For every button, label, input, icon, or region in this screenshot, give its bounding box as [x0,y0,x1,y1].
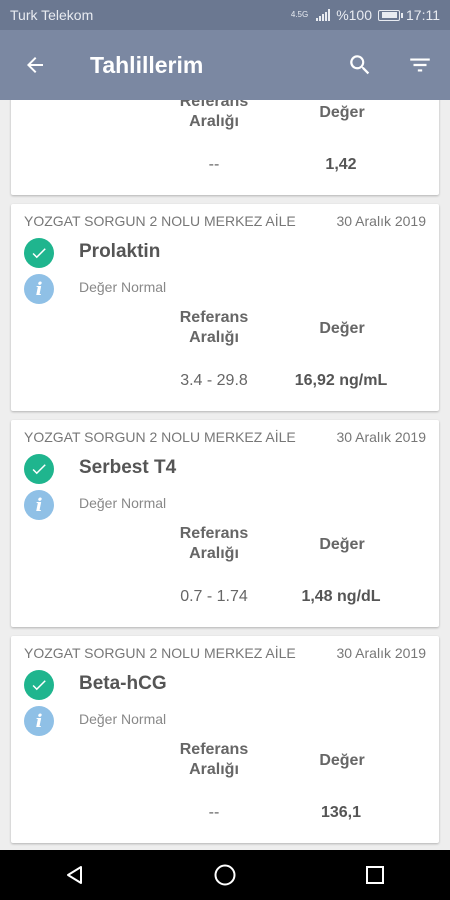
ref-range: 0.7 - 1.74 [180,588,248,605]
battery-icon [378,9,403,21]
info-icon[interactable]: i [24,490,54,520]
result-value: 1,42 [325,156,357,173]
result-value: 16,92 ng/mL [294,372,388,389]
value-header: Değer [319,536,365,553]
battery-percent: %100 [336,7,372,23]
status-bar: Turk Telekom 4.5G %100 17:11 [0,0,450,30]
result-card[interactable]: YOZGAT SORGUN 2 NOLU MERKEZ AİLE 30 Aral… [11,204,439,411]
circle-home-icon [214,864,236,886]
result-card[interactable]: YOZGAT SORGUN 2 NOLU MERKEZ AİLE 30 Aral… [11,420,439,627]
value-header: Değer [319,104,365,121]
nav-back-button[interactable] [45,850,105,900]
test-name: Beta-hCG [79,673,167,694]
arrow-left-icon [27,57,43,73]
info-icon[interactable]: i [24,706,54,736]
system-nav-bar [0,850,450,900]
info-icon[interactable]: i [24,274,54,304]
result-date: 30 Aralık 2019 [336,645,426,661]
ref-range-header: Referans Aralığı [179,741,249,778]
ref-range: 3.4 - 29.8 [180,372,248,389]
ref-range-header: Referans Aralığı [179,525,249,562]
carrier-name: Turk Telekom [10,7,94,23]
result-date: 30 Aralık 2019 [336,429,426,445]
filter-icon [410,58,430,72]
nav-home-button[interactable] [195,850,255,900]
result-status: Değer Normal [79,495,167,511]
results-list[interactable]: Referans Aralığı Değer -- 1,42 YOZGAT SO… [0,100,450,850]
search-button[interactable] [330,30,390,100]
nav-recents-button[interactable] [345,850,405,900]
check-icon [24,670,54,700]
result-status: Değer Normal [79,711,167,727]
result-card-partial[interactable]: Referans Aralığı Değer -- 1,42 [11,100,439,195]
triangle-back-icon [67,866,82,884]
filter-button[interactable] [390,30,450,100]
result-status: Değer Normal [79,279,167,295]
institution-name: YOZGAT SORGUN 2 NOLU MERKEZ AİLE [24,429,296,445]
ref-range: -- [208,804,220,821]
result-value: 1,48 ng/dL [301,588,381,605]
value-header: Değer [319,752,365,769]
institution-name: YOZGAT SORGUN 2 NOLU MERKEZ AİLE [24,213,296,229]
clock: 17:11 [406,7,440,23]
result-card[interactable]: YOZGAT SORGUN 2 NOLU MERKEZ AİLE 30 Aral… [11,636,439,843]
value-header: Değer [319,320,365,337]
app-bar: Tahlillerim [0,30,450,100]
check-icon [24,238,54,268]
search-icon [350,55,370,75]
square-recents-icon [366,866,384,884]
result-date: 30 Aralık 2019 [336,213,426,229]
status-icons: 4.5G %100 17:11 [291,7,440,23]
check-icon [24,454,54,484]
ref-range: -- [208,156,220,173]
signal-icon [316,9,331,21]
test-name: Prolaktin [79,241,161,262]
institution-name: YOZGAT SORGUN 2 NOLU MERKEZ AİLE [24,645,296,661]
network-type: 4.5G [290,10,309,19]
ref-range-header: Referans Aralığı [179,100,249,130]
ref-range-header: Referans Aralığı [179,309,249,346]
back-button[interactable] [0,30,70,100]
page-title: Tahlillerim [90,51,204,78]
result-value: 136,1 [320,804,362,821]
test-name: Serbest T4 [79,457,177,478]
